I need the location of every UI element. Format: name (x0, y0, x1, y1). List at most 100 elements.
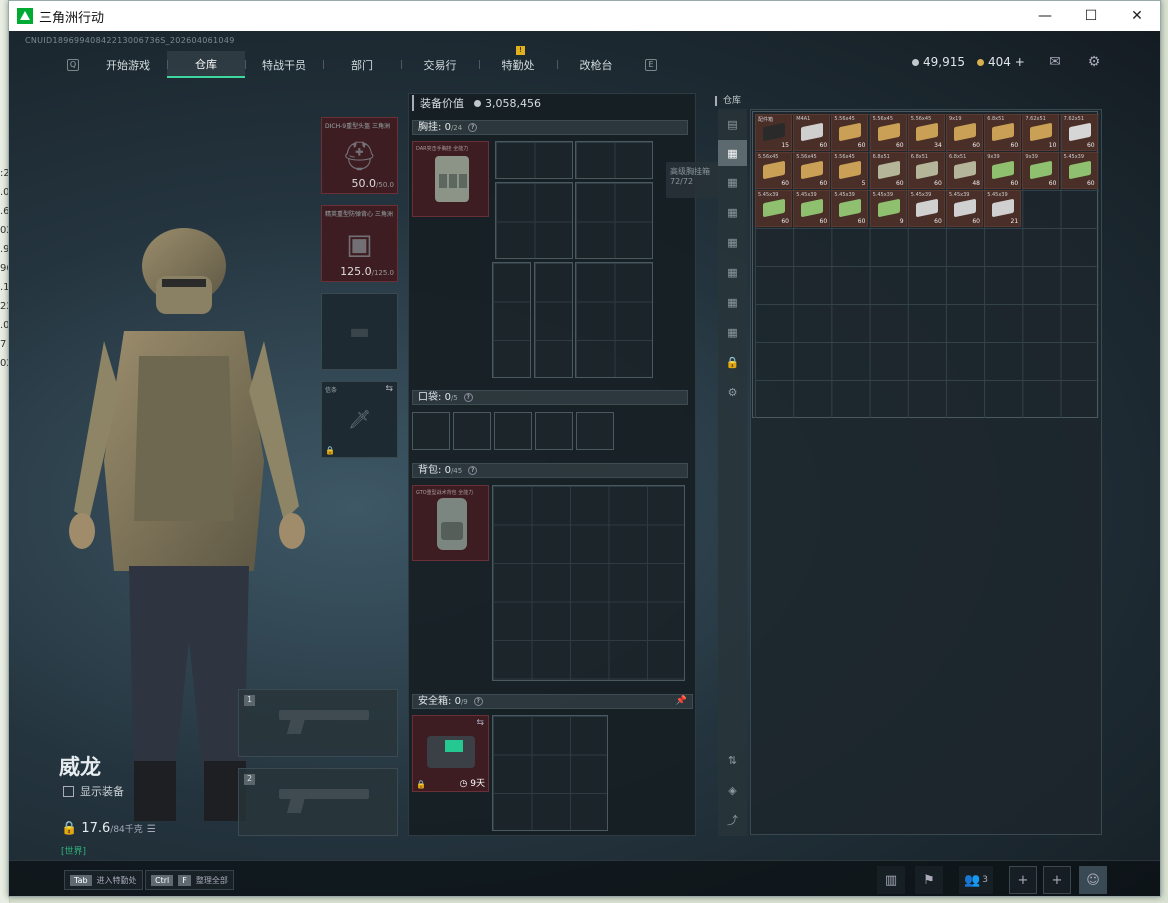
add-party-slot-button[interactable]: + (1009, 866, 1037, 894)
storage-item[interactable]: 5.56x45 5 (831, 152, 869, 189)
pocket-slot[interactable] (535, 412, 573, 450)
gear-icon[interactable]: ⚙ (718, 379, 747, 405)
storage-item[interactable]: 5.56x45 60 (831, 114, 869, 151)
category-icon[interactable]: ▦ (718, 199, 747, 225)
storage-item[interactable]: 5.45x39 60 (1060, 152, 1098, 189)
swap-icon[interactable]: ⇆ (385, 384, 393, 394)
melee-slot[interactable]: 信条 ⇆ 🗡 🔒 (321, 381, 398, 458)
lock-icon[interactable]: 🔒 (718, 349, 747, 375)
category-icon[interactable]: ▦ (718, 259, 747, 285)
storage-item[interactable]: 7.62x51 10 (1022, 114, 1060, 151)
storage-item[interactable]: 5.45x39 60 (793, 190, 831, 227)
chest-slot[interactable] (575, 262, 653, 378)
chest-rig-item[interactable]: DAR突击手胸挂 全能力 (412, 141, 489, 217)
tab-gunsmith[interactable]: 改枪台 (557, 51, 635, 78)
storage-item[interactable]: 6.8x51 48 (946, 152, 983, 189)
help-icon[interactable]: ? (468, 465, 478, 475)
storage-item[interactable]: 5.45x39 21 (984, 190, 1022, 227)
add-party-slot-button[interactable]: + (1043, 866, 1071, 894)
enter-special-ops-hint[interactable]: Tab 进入特勤处 (64, 870, 143, 890)
mail-icon[interactable]: ✉ (1046, 54, 1064, 72)
item-name: 6.8x51 (910, 154, 929, 160)
swap-icon[interactable]: ⇆ (476, 718, 484, 728)
storage-item[interactable]: 5.56x45 34 (907, 114, 945, 151)
chest-slot[interactable] (575, 182, 653, 259)
sort-icon[interactable]: ⇅ (718, 747, 747, 773)
nav-right-key[interactable]: E (645, 58, 657, 71)
category-icon[interactable]: ▦ (718, 229, 747, 255)
extend-icon[interactable]: ⤴ (718, 807, 747, 833)
storage-item[interactable]: 5.45x39 9 (869, 190, 907, 227)
category-icon[interactable]: ▦ (718, 319, 747, 345)
show-gear-toggle[interactable]: 显示装备 (63, 783, 124, 799)
backpack-icon (437, 498, 467, 550)
storage-item[interactable]: 5.56x45 60 (755, 152, 792, 189)
sort-all-hint[interactable]: Ctrl F 整理全部 (145, 870, 234, 890)
pocket-slot[interactable] (453, 412, 491, 450)
pocket-slot[interactable] (494, 412, 532, 450)
safebox-grid[interactable] (492, 715, 608, 831)
storage-item[interactable]: 5.45x39 60 (755, 190, 792, 227)
gear-icon[interactable]: ⚙ (1085, 54, 1103, 72)
storage-item[interactable]: 9x39 60 (984, 152, 1022, 189)
add-gold-button[interactable]: + (1015, 55, 1025, 69)
close-button[interactable]: ✕ (1114, 1, 1160, 31)
gear-value-label: 装备价值 (412, 95, 464, 111)
pocket-slot[interactable] (412, 412, 450, 450)
backpack-grid[interactable] (492, 485, 685, 681)
help-icon[interactable]: ? (463, 392, 473, 402)
pocket-slot[interactable] (576, 412, 614, 450)
help-icon[interactable]: ? (473, 696, 483, 706)
checkbox[interactable] (63, 785, 74, 797)
storage-item[interactable]: M4A1 60 (793, 114, 831, 151)
storage-item[interactable]: 5.45x39 60 (946, 190, 983, 227)
gold-currency[interactable]: 404 + (977, 55, 1025, 69)
safebox-item[interactable]: ⇆ 🔒 ◷ 9天 (412, 715, 489, 792)
category-icon[interactable]: ▦ (718, 169, 747, 195)
tab-special-ops[interactable]: ! 特勤处 (479, 46, 557, 78)
layers-icon[interactable]: ◈ (718, 777, 747, 803)
pistol-slot[interactable]: ▬ (321, 293, 398, 370)
friends-button[interactable]: 👥 3 (959, 866, 993, 894)
all-items-icon[interactable]: ▤ (718, 111, 747, 137)
chat-channel[interactable]: [世界] (61, 844, 86, 857)
tab-trade[interactable]: 交易行 (401, 51, 479, 78)
list-icon[interactable]: ☰ (147, 824, 156, 835)
backpack-item[interactable]: GTO重型战术背包 全能力 (412, 485, 489, 561)
armor-slot[interactable]: 精英重型防弹背心 三角洲 ▣ 125.0/125.0 (321, 205, 398, 282)
secondary-weapon-slot[interactable]: 2 (238, 768, 398, 836)
storage-item[interactable]: 6.8x51 60 (907, 152, 945, 189)
chest-slot[interactable] (495, 141, 573, 179)
tab-start-game[interactable]: 开始游戏 (89, 51, 167, 78)
storage-item[interactable]: 7.62x51 60 (1060, 114, 1098, 151)
minimize-button[interactable]: — (1022, 1, 1068, 31)
storage-item[interactable]: 6.8x51 60 (869, 152, 907, 189)
storage-item[interactable]: 5.45x39 60 (907, 190, 945, 227)
chest-slot[interactable] (575, 141, 653, 179)
maximize-button[interactable]: ☐ (1068, 1, 1114, 31)
stats-icon[interactable]: ▥ (877, 866, 905, 894)
chest-slot[interactable] (492, 262, 531, 378)
storage-item[interactable]: 9x39 60 (1022, 152, 1060, 189)
tab-storage[interactable]: 仓库 (167, 51, 245, 78)
storage-item[interactable]: 5.56x45 60 (793, 152, 831, 189)
flag-icon[interactable]: ⚑ (915, 866, 943, 894)
avatar[interactable]: ☺ (1079, 866, 1107, 894)
storage-item[interactable]: 5.45x39 60 (831, 190, 869, 227)
storage-item[interactable]: 9x19 60 (946, 114, 983, 151)
storage-item[interactable]: 6.8x51 60 (984, 114, 1022, 151)
ammo-category-icon[interactable]: ▦ (718, 140, 747, 166)
chest-slot[interactable] (495, 182, 573, 259)
nav-left-key[interactable]: Q (67, 58, 79, 71)
storage-item[interactable]: 5.56x45 60 (869, 114, 907, 151)
pin-icon[interactable]: 📌 (676, 695, 687, 708)
chest-slot[interactable] (534, 262, 573, 378)
category-icon[interactable]: ▦ (718, 289, 747, 315)
help-icon[interactable]: ? (468, 122, 478, 132)
tab-operators[interactable]: 特战干员 (245, 51, 323, 78)
helmet-slot[interactable]: DICH-9重型头盔 三角洲 ⛑ 50.0/50.0 (321, 117, 398, 194)
item-name: 5.56x45 (910, 116, 932, 122)
primary-weapon-slot[interactable]: 1 (238, 689, 398, 757)
tab-department[interactable]: 部门 (323, 51, 401, 78)
storage-item[interactable]: 配件箱 15 (755, 114, 792, 151)
